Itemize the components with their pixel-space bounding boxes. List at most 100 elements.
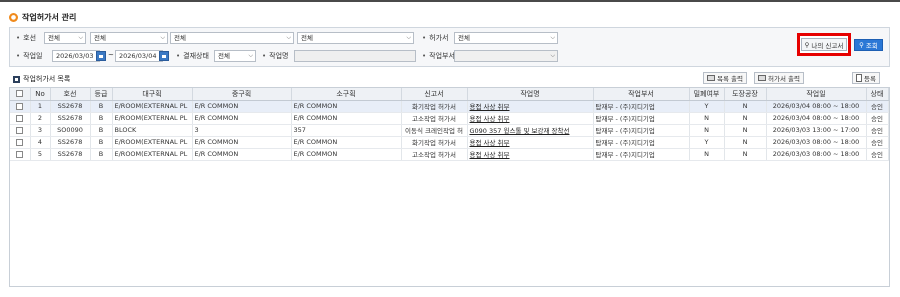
row-checkbox[interactable] [10,100,31,113]
approval-label: 결재상태 [176,51,209,61]
cell-hull: SS2678 [50,100,91,113]
date-from-input[interactable]: 2026/03/03 [52,50,100,62]
cell-work-date: 2026/03/04 08:00 ~ 18:00 [766,112,867,125]
table-row[interactable]: 4 SS2678 B E/ROOM(EXTERNAL PL E/R COMMON… [10,136,889,149]
cell-work-name-link[interactable]: 용접 사상 취부 [467,100,594,113]
row-checkbox[interactable] [10,136,31,149]
list-bullet-icon [13,75,20,83]
calendar-icon[interactable] [159,51,169,61]
search-icon: ⚲ [859,41,864,49]
cell-confined: N [689,148,725,161]
select-2[interactable]: 전체 ⌵ [90,32,168,44]
cell-mid-block: E/R COMMON [192,136,292,149]
checkbox[interactable] [16,114,24,122]
workname-input[interactable] [294,50,416,62]
printer-icon [758,75,766,81]
row-checkbox[interactable] [10,124,31,137]
cell-mid-block: E/R COMMON [192,100,292,113]
date-to-input[interactable]: 2026/03/04 [115,50,163,62]
cell-paint-shop: N [724,100,767,113]
select-4[interactable]: 전체 ⌵ [297,32,414,44]
cell-paint-shop: N [724,148,767,161]
column-header[interactable]: 밀폐여부 [689,88,725,101]
cell-work-date: 2026/03/03 13:00 ~ 17:00 [766,124,867,137]
register-button[interactable]: 등록 [852,72,880,84]
row-checkbox[interactable] [10,148,31,161]
cell-dept: 탑재부 - (주)지디기업 [593,112,690,125]
cell-minor-block: 357 [291,124,402,137]
title-bullet-icon: ● [9,12,18,22]
column-header[interactable]: 중구획 [192,88,292,101]
cell-work-date: 2026/03/03 08:00 ~ 18:00 [766,136,867,149]
column-header[interactable]: 호선 [50,88,91,101]
checkbox[interactable] [16,126,24,134]
table-row[interactable]: 1 SS2678 B E/ROOM(EXTERNAL PL E/R COMMON… [10,100,889,113]
permit-print-button[interactable]: 허가서 출력 [754,72,804,84]
cell-work-date: 2026/03/03 08:00 ~ 18:00 [766,148,867,161]
search-button[interactable]: ⚲ 조회 [854,39,883,51]
column-header[interactable]: 신고서 [401,88,468,101]
checkbox[interactable] [16,150,24,158]
table-row[interactable]: 5 SS2678 B E/ROOM(EXTERNAL PL E/R COMMON… [10,148,889,161]
select-3[interactable]: 전체 ⌵ [170,32,294,44]
list-print-button[interactable]: 목록 출력 [703,72,747,84]
cell-dept: 탑재부 - (주)지디기업 [593,124,690,137]
document-icon [856,74,862,82]
cell-work-name-link[interactable]: G090 357 윙스톨 및 보강재 장착선 [467,124,594,137]
list-header: 작업허가서 목록 [13,74,70,84]
calendar-icon[interactable] [96,51,106,61]
column-header[interactable]: 도장공장 [724,88,767,101]
cell-grade: B [90,112,113,125]
workdate-label: 작업일 [16,51,42,61]
cell-mid-block: E/R COMMON [192,148,292,161]
search-filter-panel: 호선 전체⌵ 전체⌵ 전체⌵ 전체⌵ 허가서 전체⌵ 작업일 2026/03/0… [9,27,890,67]
top-border [0,0,900,4]
column-header[interactable]: 작업부서 [593,88,690,101]
checkbox[interactable] [16,102,24,110]
chevron-down-icon: ⌵ [160,34,165,41]
chevron-down-icon: ⌵ [550,34,555,41]
cell-minor-block: E/R COMMON [291,100,402,113]
cell-status: 승인 [866,148,889,161]
approval-select[interactable]: 전체 ⌵ [214,50,256,62]
column-header[interactable]: 등급 [90,88,113,101]
column-header[interactable]: 상태 [866,88,889,101]
cell-hull: SS2678 [50,112,91,125]
cell-no: 5 [30,148,51,161]
column-header[interactable]: No [30,88,51,101]
my-report-button[interactable]: ⚲ 나의 신고서 [801,38,847,51]
dept-select[interactable]: ⌵ [454,50,558,62]
cell-confined: Y [689,100,725,113]
column-header[interactable]: 작업명 [467,88,594,101]
cell-paint-shop: N [724,112,767,125]
header-checkbox[interactable] [10,88,31,101]
cell-confined: Y [689,136,725,149]
cell-hull: SS2678 [50,148,91,161]
cell-minor-block: E/R COMMON [291,136,402,149]
cell-major-block: E/ROOM(EXTERNAL PL [112,148,193,161]
list-title: 작업허가서 목록 [23,75,71,83]
cell-work-name-link[interactable]: 용접 사상 취부 [467,148,594,161]
cell-grade: B [90,148,113,161]
hull-select[interactable]: 전체 ⌵ [44,32,86,44]
row-checkbox[interactable] [10,112,31,125]
cell-work-name-link[interactable]: 용접 사상 취부 [467,136,594,149]
page-header: ● 작업허가서 관리 [9,11,76,23]
cell-hull: SS2678 [50,136,91,149]
cell-report: 고소작업 허가서 [401,148,468,161]
checkbox[interactable] [16,138,24,146]
cell-dept: 탑재부 - (주)지디기업 [593,148,690,161]
column-header[interactable]: 작업일 [766,88,867,101]
workname-label: 작업명 [262,51,288,61]
permit-table-container: No 호선 등급 대구획 중구획 소구획 신고서 작업명 작업부서 밀폐여부 도… [9,87,890,287]
cell-work-name-link[interactable]: 용접 사상 취부 [467,112,594,125]
table-row[interactable]: 2 SS2678 B E/ROOM(EXTERNAL PL E/R COMMON… [10,112,889,125]
cell-status: 승인 [866,100,889,113]
column-header[interactable]: 대구획 [112,88,193,101]
table-row[interactable]: 3 SO0090 B BLOCK 3 357 이동식 크레인작업 허 G090 … [10,124,889,137]
permit-select[interactable]: 전체 ⌵ [454,32,558,44]
checkbox[interactable] [16,90,24,98]
chevron-down-icon: ⌵ [78,34,83,41]
cell-no: 4 [30,136,51,149]
column-header[interactable]: 소구획 [291,88,402,101]
